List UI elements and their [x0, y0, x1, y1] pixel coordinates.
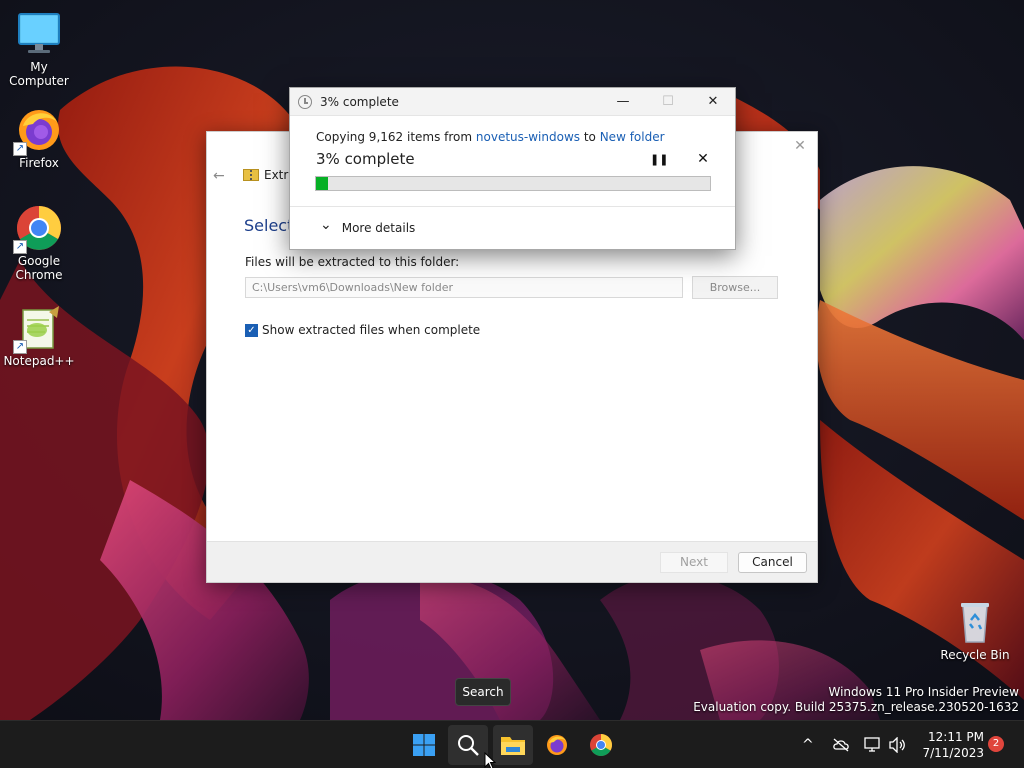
desktop-icon-label: Notepad++: [3, 354, 75, 368]
progress-bar: [315, 176, 711, 191]
desktop-icon-recycle-bin[interactable]: Recycle Bin: [936, 598, 1014, 662]
pause-icon[interactable]: ❚❚: [650, 154, 668, 166]
desktop-icon-label: Firefox: [19, 156, 59, 170]
search-tooltip: Search: [455, 678, 511, 706]
desktop-icon-notepadpp[interactable]: ↗ Notepad++: [0, 304, 78, 368]
search-button[interactable]: [448, 725, 488, 765]
wizard-footer: Next Cancel: [207, 541, 817, 582]
show-files-label: Show extracted files when complete: [262, 323, 481, 337]
wizard-title: Extra: [243, 168, 296, 182]
taskbar-clock[interactable]: 12:11 PM 7/11/2023: [912, 729, 984, 761]
show-extracted-files-option[interactable]: ✓ Show extracted files when complete: [245, 323, 480, 337]
start-button[interactable]: [404, 725, 444, 765]
file-explorer-icon: [501, 737, 525, 755]
back-arrow-icon[interactable]: ←: [213, 168, 225, 184]
recycle-bin-icon: [951, 598, 999, 646]
firefox-icon: [547, 735, 567, 755]
next-button[interactable]: Next: [660, 552, 728, 573]
progress-title: 3% complete: [320, 95, 399, 109]
close-button[interactable]: ✕: [699, 92, 727, 112]
copy-progress-dialog: 3% complete — ☐ ✕ Copying 9,162 items fr…: [289, 87, 736, 250]
close-icon[interactable]: ✕: [791, 138, 809, 154]
firefox-icon: ↗: [13, 106, 63, 156]
chrome-icon: [590, 734, 612, 756]
shortcut-arrow-icon: ↗: [13, 340, 27, 354]
desktop-icon-chrome[interactable]: ↗ Google Chrome: [0, 204, 78, 282]
wizard-heading: Select: [244, 216, 294, 235]
volume-icon[interactable]: [888, 737, 906, 753]
mouse-cursor-icon: [484, 752, 496, 768]
chrome-icon: ↗: [13, 204, 63, 254]
progress-fill: [316, 177, 328, 190]
destination-link[interactable]: New folder: [600, 130, 665, 144]
cancel-button[interactable]: Cancel: [738, 552, 807, 573]
watermark-line-2: Evaluation copy. Build 25375.zn_release.…: [693, 700, 1019, 714]
chrome-taskbar-button[interactable]: [581, 725, 621, 765]
desktop-icon-label: My Computer: [9, 60, 69, 88]
destination-label: Files will be extracted to this folder:: [245, 255, 460, 269]
maximize-button: ☐: [662, 94, 674, 109]
zip-folder-icon: [243, 169, 259, 181]
show-files-checkbox[interactable]: ✓: [245, 323, 258, 337]
firefox-taskbar-button[interactable]: [537, 725, 577, 765]
percent-complete: 3% complete: [316, 150, 415, 168]
taskbar: ^ 12:11 PM 7/11/2023: [0, 720, 1024, 768]
clock-time: 12:11 PM: [928, 730, 984, 744]
divider: [290, 206, 735, 207]
copy-prefix: Copying 9,162 items from: [316, 130, 476, 144]
stop-icon[interactable]: ✕: [696, 152, 710, 166]
minimize-button[interactable]: —: [609, 92, 637, 112]
more-details-toggle[interactable]: ⌄ More details: [320, 217, 416, 235]
progress-titlebar[interactable]: 3% complete — ☐ ✕: [290, 88, 735, 116]
notepadpp-icon: ↗: [13, 304, 63, 354]
copy-description: Copying 9,162 items from novetus-windows…: [316, 130, 665, 144]
destination-input[interactable]: C:\Users\vm6\Downloads\New folder: [245, 277, 683, 298]
watermark-line-1: Windows 11 Pro Insider Preview: [828, 685, 1019, 699]
clock-date: 7/11/2023: [922, 746, 984, 760]
onedrive-offline-icon[interactable]: [832, 737, 850, 753]
desktop-icon-firefox[interactable]: ↗ Firefox: [0, 106, 78, 170]
network-icon[interactable]: [864, 737, 882, 753]
shortcut-arrow-icon: ↗: [13, 240, 27, 254]
search-icon: [458, 735, 479, 756]
shortcut-arrow-icon: ↗: [13, 142, 27, 156]
desktop-icon-label: Recycle Bin: [940, 648, 1010, 662]
chevron-down-icon: ⌄: [320, 217, 332, 233]
browse-button[interactable]: Browse...: [692, 276, 778, 299]
monitor-icon: [15, 10, 63, 58]
desktop-icon-my-computer[interactable]: My Computer: [0, 10, 78, 88]
notification-badge[interactable]: 2: [988, 736, 1004, 752]
to-word: to: [580, 130, 600, 144]
show-hidden-icons-chevron-icon[interactable]: ^: [802, 721, 814, 768]
start-icon: [413, 734, 435, 756]
os-watermark: Windows 11 Pro Insider Preview Evaluatio…: [693, 685, 1019, 715]
desktop-icon-label: Google Chrome: [15, 254, 63, 282]
source-link[interactable]: novetus-windows: [476, 130, 580, 144]
clock-icon: [298, 95, 312, 109]
file-explorer-button[interactable]: [493, 725, 533, 765]
more-details-label: More details: [341, 221, 416, 235]
